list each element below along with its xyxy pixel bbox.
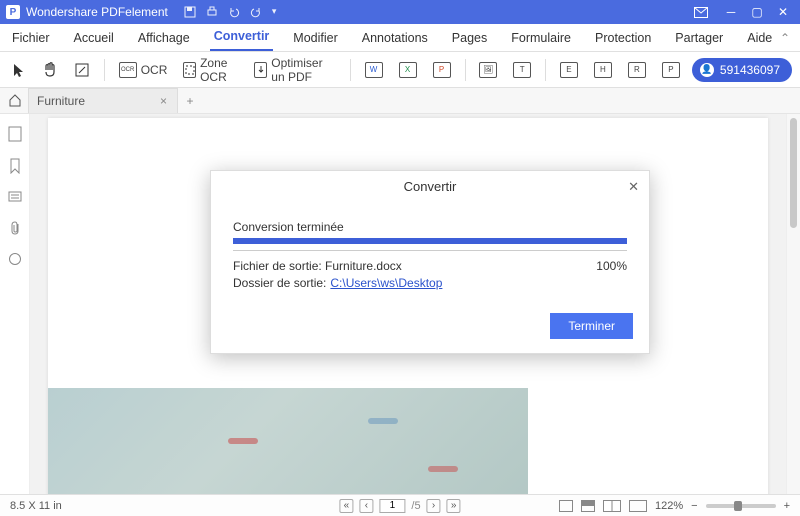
home-tab-icon[interactable] (8, 93, 22, 107)
convert-dialog: Convertir ✕ Conversion terminée Fichier … (210, 170, 650, 354)
hand-tool[interactable] (38, 59, 62, 81)
statusbar: 8.5 X 11 in « ‹ /5 › » 122% − + (0, 494, 800, 516)
redo-icon[interactable] (250, 6, 262, 18)
menubar: Fichier Accueil Affichage Convertir Modi… (0, 24, 800, 52)
close-tab-icon[interactable]: × (158, 94, 169, 108)
app-logo: P (6, 5, 20, 19)
output-file-row: Fichier de sortie: Furniture.docx 100% (233, 259, 627, 273)
toolbar: OCROCR Zone OCR Optimiser un PDF W X P 🖼… (0, 52, 800, 88)
to-ppt-icon[interactable]: P (429, 59, 455, 81)
zoom-in-button[interactable]: + (784, 500, 790, 512)
menu-partager[interactable]: Partager (671, 25, 727, 51)
menu-annotations[interactable]: Annotations (358, 25, 432, 51)
document-tab[interactable]: Furniture × (28, 88, 178, 113)
last-page-button[interactable]: » (447, 499, 461, 513)
progress-percent: 100% (596, 259, 627, 273)
menu-convertir[interactable]: Convertir (210, 23, 274, 51)
document-tab-label: Furniture (37, 94, 85, 108)
dialog-close-icon[interactable]: ✕ (628, 179, 639, 195)
view-continuous-icon[interactable] (581, 500, 595, 512)
menu-formulaire[interactable]: Formulaire (507, 25, 575, 51)
menu-modifier[interactable]: Modifier (289, 25, 341, 51)
maximize-button[interactable]: ▢ (746, 5, 768, 19)
dialog-title-bar: Convertir ✕ (211, 171, 649, 202)
page-navigator: « ‹ /5 › » (339, 499, 460, 513)
collapse-ribbon-icon[interactable]: ⌃ (780, 31, 790, 45)
bookmarks-icon[interactable] (9, 158, 21, 174)
attachments-icon[interactable] (9, 220, 21, 236)
output-file-name: Furniture.docx (325, 259, 402, 273)
to-rtf-icon[interactable]: R (624, 59, 650, 81)
tabstrip: Furniture × + (0, 88, 800, 114)
output-folder-link[interactable]: C:\Users\ws\Desktop (330, 276, 442, 290)
mail-icon[interactable] (694, 7, 716, 18)
app-title: Wondershare PDFelement (26, 5, 168, 19)
thumbnails-icon[interactable] (8, 126, 22, 142)
menu-pages[interactable]: Pages (448, 25, 491, 51)
edit-tool[interactable] (70, 59, 94, 81)
conversion-status: Conversion terminée (233, 220, 627, 234)
zoom-out-button[interactable]: − (691, 500, 697, 512)
output-folder-row: Dossier de sortie: C:\Users\ws\Desktop (233, 276, 627, 290)
quick-access-toolbar: ▾ (184, 6, 277, 18)
save-icon[interactable] (184, 6, 196, 18)
avatar-icon: 👤 (700, 63, 714, 77)
close-button[interactable]: ✕ (772, 5, 794, 19)
account-id: 591436097 (720, 63, 780, 77)
page-number-input[interactable] (379, 499, 405, 513)
finish-button[interactable]: Terminer (550, 313, 633, 339)
view-single-icon[interactable] (559, 500, 573, 512)
to-excel-icon[interactable]: X (395, 59, 421, 81)
comments-icon[interactable] (8, 190, 22, 204)
zone-ocr-button[interactable]: Zone OCR (179, 53, 242, 87)
window-controls: ─ ▢ ✕ (694, 5, 794, 19)
page-size-label: 8.5 X 11 in (10, 500, 62, 512)
dialog-title: Convertir (404, 179, 457, 194)
output-file-label: Fichier de sortie: (233, 259, 322, 273)
zoom-slider[interactable] (706, 504, 776, 508)
add-tab-button[interactable]: + (178, 88, 202, 113)
minimize-button[interactable]: ─ (720, 5, 742, 19)
output-folder-label: Dossier de sortie: (233, 276, 326, 290)
to-text-icon[interactable]: T (509, 59, 535, 81)
to-image-icon[interactable]: 🖼 (475, 59, 501, 81)
page-total-label: /5 (411, 500, 420, 512)
to-html-icon[interactable]: H (590, 59, 616, 81)
select-tool[interactable] (8, 59, 30, 81)
view-facing-continuous-icon[interactable] (629, 500, 647, 512)
print-icon[interactable] (206, 6, 218, 18)
document-image-placeholder (48, 388, 528, 494)
to-pdfa-icon[interactable]: P (658, 59, 684, 81)
to-word-icon[interactable]: W (361, 59, 387, 81)
optimize-pdf-button[interactable]: Optimiser un PDF (250, 53, 339, 87)
qat-more-icon[interactable]: ▾ (272, 6, 277, 18)
to-epub-icon[interactable]: E (556, 59, 582, 81)
first-page-button[interactable]: « (339, 499, 353, 513)
account-button[interactable]: 👤 591436097 (692, 58, 792, 82)
scrollbar-thumb[interactable] (790, 118, 797, 228)
menu-affichage[interactable]: Affichage (134, 25, 194, 51)
ocr-button[interactable]: OCROCR (115, 59, 172, 81)
menu-aide[interactable]: Aide (743, 25, 776, 51)
progress-bar (233, 238, 627, 244)
zoom-value: 122% (655, 500, 683, 512)
vertical-scrollbar[interactable] (786, 114, 800, 494)
next-page-button[interactable]: › (427, 499, 441, 513)
menu-accueil[interactable]: Accueil (70, 25, 118, 51)
side-panel (0, 114, 30, 494)
menu-fichier[interactable]: Fichier (8, 25, 54, 51)
undo-icon[interactable] (228, 6, 240, 18)
search-panel-icon[interactable] (8, 252, 22, 266)
titlebar: P Wondershare PDFelement ▾ ─ ▢ ✕ (0, 0, 800, 24)
menu-protection[interactable]: Protection (591, 25, 655, 51)
prev-page-button[interactable]: ‹ (359, 499, 373, 513)
view-facing-icon[interactable] (603, 500, 621, 512)
zoom-slider-handle[interactable] (734, 501, 742, 511)
